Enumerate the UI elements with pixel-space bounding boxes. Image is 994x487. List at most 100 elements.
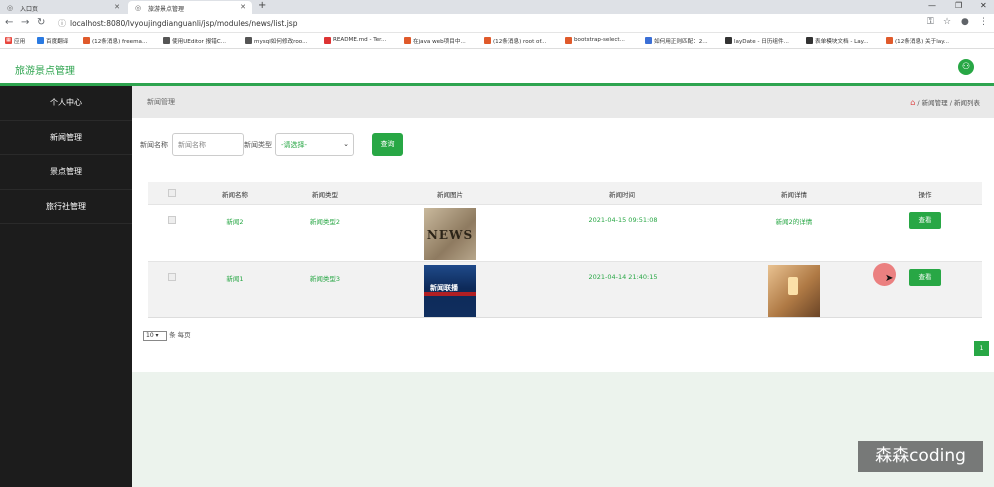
query-button[interactable]: 查询	[372, 133, 403, 156]
column-header: 新闻类型	[312, 191, 338, 199]
column-header: 新闻名称	[222, 191, 248, 199]
breadcrumb-bar: 新闻管理 ⌂ / 新闻管理 / 新闻列表	[132, 86, 994, 118]
bookmark-item[interactable]: layDate - 日历组件...	[725, 37, 789, 45]
main-area: 新闻管理 ⌂ / 新闻管理 / 新闻列表 新闻名称 新闻名称 新闻类型 -请选择…	[132, 86, 994, 487]
news-name-cell: 新闻2	[226, 218, 244, 226]
bookmark-icon	[484, 37, 491, 44]
row-checkbox[interactable]	[168, 216, 176, 224]
bookmark-label: (12条消息) freema...	[92, 39, 148, 45]
bookmark-label: 在java web项目中...	[413, 39, 466, 45]
news-type-cell: 新闻类型3	[309, 275, 341, 283]
bookmark-item[interactable]: 在java web项目中...	[404, 37, 466, 45]
new-tab-button[interactable]: +	[258, 0, 266, 11]
bookmark-label: 如何用正则匹配：2...	[654, 39, 708, 45]
bookmark-item[interactable]: 百度翻译	[37, 37, 68, 45]
news-image-text: NEWS	[426, 228, 474, 242]
url-text: localhost:8080/lvyoujingdianguanli/jsp/m…	[70, 19, 298, 28]
bookmark-label: 百度翻译	[46, 39, 69, 45]
home-icon[interactable]: ⌂	[910, 98, 915, 107]
sidebar: 个人中心 新闻管理 景点管理 旅行社管理	[0, 86, 132, 487]
news-name-cell: 新闻1	[226, 275, 244, 283]
table-row: 新闻1 新闻类型3 新闻联播 2021-04-14 21:40:15 查看	[148, 261, 982, 318]
room-lamp	[788, 277, 798, 295]
page-number-button[interactable]: 1	[974, 341, 989, 356]
breadcrumb-separator: /	[949, 99, 952, 107]
column-header: 操作	[918, 191, 932, 199]
news-name-label: 新闻名称	[140, 141, 168, 149]
close-tab-icon[interactable]: ✕	[240, 3, 246, 11]
bookmark-label: 使用UEditor 报错C...	[172, 39, 227, 45]
close-tab-icon[interactable]: ✕	[114, 3, 120, 11]
apps-icon: ▦	[5, 37, 12, 44]
bookmark-icon	[83, 37, 90, 44]
content-panel: 新闻名称 新闻名称 新闻类型 -请选择- ⌄ 查询 新闻名称 新闻类型 新闻图片…	[132, 118, 994, 372]
sidebar-item-attractions[interactable]: 景点管理	[0, 155, 132, 190]
bookmark-icon	[725, 37, 732, 44]
news-time-cell: 2021-04-14 21:40:15	[588, 273, 658, 281]
user-avatar-icon[interactable]: ⚇	[958, 59, 974, 75]
view-button[interactable]: 查看	[909, 212, 941, 229]
row-checkbox[interactable]	[168, 273, 176, 281]
browser-tab-title: 旅游景点管理	[148, 6, 185, 13]
bookmark-item[interactable]: (12条消息) 关于lay...	[886, 37, 949, 45]
sidebar-item-profile[interactable]: 个人中心	[0, 86, 132, 121]
table-row: 新闻2 新闻类型2 NEWS 2021-04-15 09:51:08 新闻2的详…	[148, 204, 982, 261]
browser-tab-1[interactable]: ◎ 入口页 ✕	[0, 1, 126, 14]
page-title: 新闻管理	[147, 98, 175, 106]
browser-tab-title: 入口页	[20, 6, 39, 13]
page-size-select[interactable]: 10 ▾	[143, 331, 167, 341]
bookmark-item[interactable]: 如何用正则匹配：2...	[645, 37, 708, 45]
url-input[interactable]: ⓘ localhost:8080/lvyoujingdianguanli/jsp…	[56, 17, 946, 30]
table-header: 新闻名称 新闻类型 新闻图片 新闻时间 新闻详情 操作	[148, 182, 982, 204]
bookmark-item[interactable]: README.md - Ter...	[324, 37, 386, 44]
page-size-suffix: 条 每页	[169, 331, 191, 339]
view-button[interactable]: 查看	[909, 269, 941, 286]
reload-icon[interactable]: ↻	[37, 17, 45, 28]
news-type-cell: 新闻类型2	[309, 218, 341, 226]
news-image: 新闻联播	[424, 265, 476, 317]
star-icon[interactable]: ☆	[943, 17, 951, 27]
column-header: 新闻图片	[437, 191, 463, 199]
globe-icon: ◎	[7, 4, 14, 12]
restore-icon[interactable]: ❐	[955, 1, 962, 10]
bookmark-item[interactable]: mysql如何修改roo...	[245, 37, 307, 45]
bookmark-label: (12条消息) root of...	[493, 39, 547, 45]
globe-icon: ◎	[135, 4, 142, 12]
bookmark-item[interactable]: 表单模块文档 - Lay...	[806, 37, 869, 45]
news-image: NEWS	[424, 208, 476, 260]
bookmark-label: layDate - 日历组件...	[734, 39, 789, 45]
close-window-icon[interactable]: ✕	[980, 1, 987, 10]
info-icon[interactable]: ⓘ	[58, 18, 66, 29]
back-icon[interactable]: ←	[5, 17, 13, 28]
bookmark-item[interactable]: ▦ 应用	[5, 37, 25, 45]
news-detail-image	[768, 265, 820, 317]
forward-icon[interactable]: →	[21, 17, 29, 28]
news-type-selected: -请选择-	[281, 141, 308, 149]
browser-tab-2[interactable]: ◎ 旅游景点管理 ✕	[128, 1, 252, 14]
bookmark-item[interactable]: (12条消息) freema...	[83, 37, 147, 45]
select-all-checkbox[interactable]	[168, 189, 176, 197]
bookmark-label: 表单模块文档 - Lay...	[815, 39, 869, 45]
news-name-input[interactable]: 新闻名称	[172, 133, 244, 156]
minimize-icon[interactable]: —	[928, 1, 936, 10]
bookmark-icon	[404, 37, 411, 44]
mouse-cursor-icon: ➤	[885, 273, 894, 284]
bookmark-icon	[245, 37, 252, 44]
bookmark-item[interactable]: bootstrap-select...	[565, 37, 625, 44]
bookmark-icon	[37, 37, 44, 44]
profile-icon[interactable]: ●	[961, 17, 969, 27]
news-type-select[interactable]: -请选择- ⌄	[275, 133, 354, 156]
sidebar-item-news[interactable]: 新闻管理	[0, 121, 132, 155]
menu-icon[interactable]: ⋮	[979, 17, 988, 27]
bookmark-item[interactable]: 使用UEditor 报错C...	[163, 37, 226, 45]
bookmark-label: (12条消息) 关于lay...	[895, 39, 950, 45]
app-title: 旅游景点管理	[15, 66, 75, 77]
key-icon[interactable]: ⚿	[927, 17, 934, 27]
watermark: 森森coding	[858, 441, 983, 472]
sidebar-item-agencies[interactable]: 旅行社管理	[0, 190, 132, 224]
breadcrumb-item[interactable]: 新闻管理	[922, 99, 948, 107]
news-image-banner	[424, 292, 476, 296]
bookmark-item[interactable]: (12条消息) root of...	[484, 37, 546, 45]
page-size-value: 10	[146, 332, 154, 339]
bookmarks-bar: ▦ 应用 百度翻译 (12条消息) freema... 使用UEditor 报错C…	[0, 33, 994, 49]
